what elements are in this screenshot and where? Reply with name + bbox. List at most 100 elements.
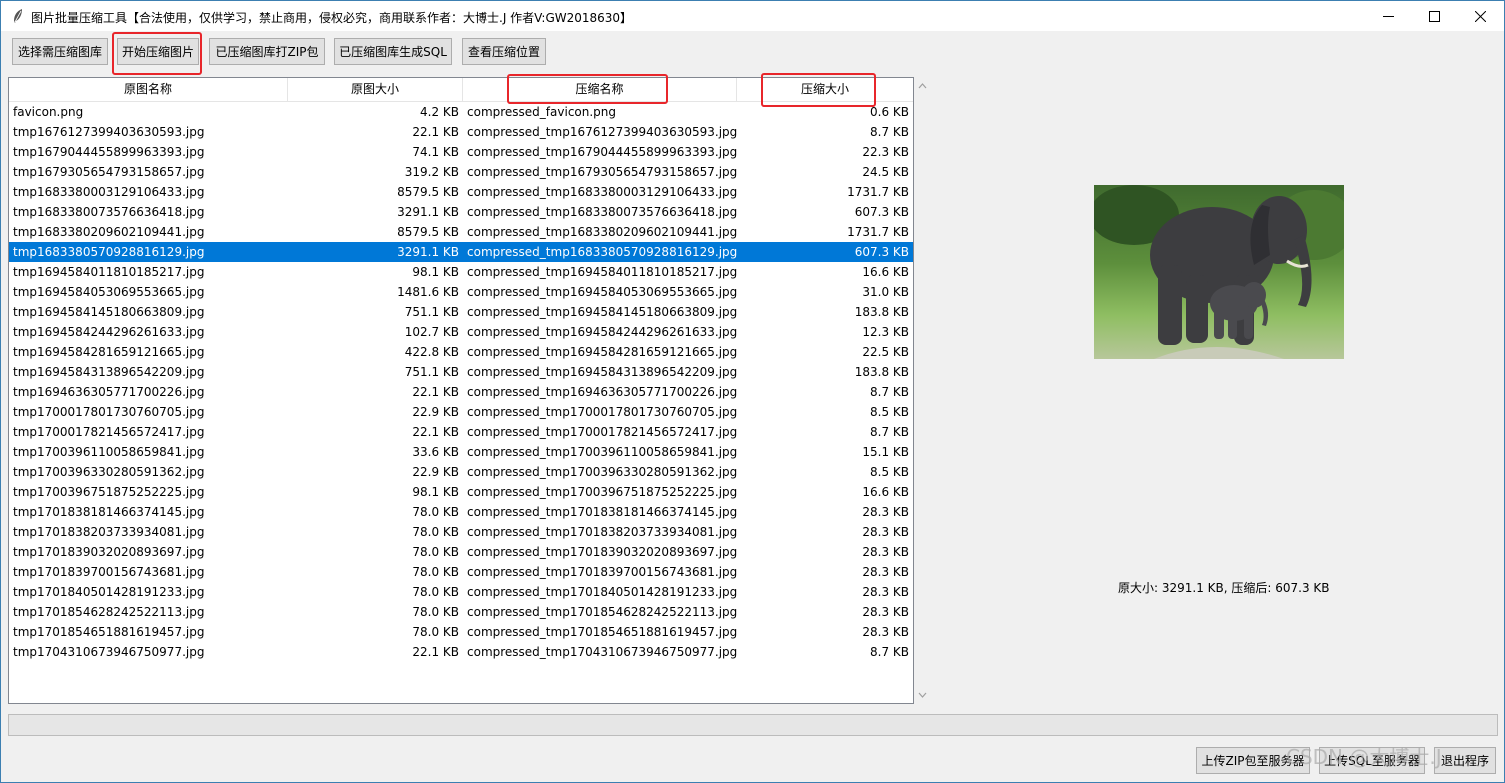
table-row[interactable]: tmp1701854651881619457.jpg 78.0 KB compres… (9, 622, 913, 642)
cell-original-name: tmp1694584053069553665.jpg (13, 285, 205, 299)
close-button[interactable] (1457, 1, 1503, 31)
minimize-icon (1382, 15, 1394, 17)
cell-original-size: 8579.5 KB (397, 225, 459, 239)
highlight-box (507, 74, 668, 104)
cell-original-name: tmp1676127399403630593.jpg (13, 125, 205, 139)
cell-compressed-size: 16.6 KB (862, 485, 909, 499)
table-row[interactable]: tmp1701838203733934081.jpg 78.0 KB compres… (9, 522, 913, 542)
column-header-original-size[interactable]: 原图大小 (288, 78, 463, 101)
cell-compressed-size: 28.3 KB (862, 565, 909, 579)
table-row[interactable]: tmp1700396751875252225.jpg 98.1 KB compres… (9, 482, 913, 502)
cell-compressed-name: compressed_tmp1701840501428191233.jpg (467, 585, 738, 599)
cell-compressed-name: compressed_tmp1694584313896542209.jpg (467, 365, 738, 379)
cell-compressed-name: compressed_tmp1701839032020893697.jpg (467, 545, 738, 559)
table-row[interactable]: tmp1700396110058659841.jpg 33.6 KB compres… (9, 442, 913, 462)
cell-original-size: 22.1 KB (412, 125, 459, 139)
table-row[interactable]: tmp1701839032020893697.jpg 78.0 KB compres… (9, 542, 913, 562)
cell-compressed-name: compressed_tmp1694636305771700226.jpg (467, 385, 738, 399)
cell-compressed-name: compressed_tmp1700017821456572417.jpg (467, 425, 738, 439)
cell-original-size: 78.0 KB (412, 605, 459, 619)
column-header-original-name[interactable]: 原图名称 (9, 78, 288, 101)
cell-compressed-name: compressed_tmp1701839700156743681.jpg (467, 565, 738, 579)
cell-compressed-name: compressed_tmp1701854628242522113.jpg (467, 605, 738, 619)
cell-compressed-size: 24.5 KB (862, 165, 909, 179)
table-row[interactable]: tmp1704310673946750977.jpg 22.1 KB compres… (9, 642, 913, 662)
maximize-icon (1428, 10, 1440, 22)
table-row[interactable]: tmp1676127399403630593.jpg 22.1 KB compres… (9, 122, 913, 142)
cell-original-size: 3291.1 KB (397, 205, 459, 219)
table-row[interactable]: tmp1683380073576636418.jpg 3291.1 KB compr… (9, 202, 913, 222)
table-row[interactable]: tmp1701854628242522113.jpg 78.0 KB compres… (9, 602, 913, 622)
table-row[interactable]: tmp1683380570928816129.jpg 3291.1 KB compr… (9, 242, 913, 262)
cell-compressed-size: 16.6 KB (862, 265, 909, 279)
cell-original-size: 78.0 KB (412, 525, 459, 539)
cell-original-name: tmp1694584281659121665.jpg (13, 345, 205, 359)
cell-compressed-size: 8.5 KB (870, 465, 909, 479)
cell-original-name: tmp1704310673946750977.jpg (13, 645, 205, 659)
size-info-text: 原大小: 3291.1 KB, 压缩后: 607.3 KB (1118, 581, 1330, 595)
file-table[interactable]: 原图名称 原图大小 压缩名称 压缩大小 favicon.png 4.2 KB com… (8, 77, 914, 704)
cell-compressed-size: 183.8 KB (854, 365, 909, 379)
cell-original-size: 3291.1 KB (397, 245, 459, 259)
table-row[interactable]: tmp1679044455899963393.jpg 74.1 KB compres… (9, 142, 913, 162)
cell-compressed-size: 8.7 KB (870, 425, 909, 439)
cell-original-name: tmp1701838203733934081.jpg (13, 525, 205, 539)
cell-original-size: 78.0 KB (412, 505, 459, 519)
cell-original-size: 74.1 KB (412, 145, 459, 159)
cell-compressed-size: 8.7 KB (870, 385, 909, 399)
table-row[interactable]: tmp1694636305771700226.jpg 22.1 KB compres… (9, 382, 913, 402)
table-row[interactable]: tmp1694584313896542209.jpg 751.1 KB compre… (9, 362, 913, 382)
cell-compressed-size: 22.5 KB (862, 345, 909, 359)
scroll-up-icon[interactable] (918, 83, 927, 89)
cell-compressed-name: compressed_tmp1700396330280591362.jpg (467, 465, 738, 479)
table-row[interactable]: tmp1694584244296261633.jpg 102.7 KB compre… (9, 322, 913, 342)
cell-compressed-name: compressed_tmp1694584281659121665.jpg (467, 345, 738, 359)
cell-compressed-size: 1731.7 KB (847, 185, 909, 199)
cell-original-size: 33.6 KB (412, 445, 459, 459)
cell-original-name: tmp1694584244296261633.jpg (13, 325, 205, 339)
preview-image (1094, 185, 1344, 359)
cell-original-size: 22.1 KB (412, 425, 459, 439)
table-row[interactable]: tmp1683380209602109441.jpg 8579.5 KB compr… (9, 222, 913, 242)
cell-compressed-name: compressed_tmp1700017801730760705.jpg (467, 405, 738, 419)
scroll-down-icon[interactable] (918, 692, 927, 698)
cell-original-name: tmp1701839032020893697.jpg (13, 545, 205, 559)
cell-compressed-name: compressed_tmp1676127399403630593.jpg (467, 125, 738, 139)
cell-original-name: favicon.png (13, 105, 84, 119)
cell-compressed-name: compressed_tmp1683380570928816129.jpg (467, 245, 738, 259)
table-row[interactable]: tmp1683380003129106433.jpg 8579.5 KB compr… (9, 182, 913, 202)
cell-compressed-size: 8.5 KB (870, 405, 909, 419)
cell-compressed-name: compressed_tmp1700396751875252225.jpg (467, 485, 738, 499)
table-row[interactable]: tmp1700017821456572417.jpg 22.1 KB compres… (9, 422, 913, 442)
cell-original-name: tmp1701840501428191233.jpg (13, 585, 205, 599)
table-row[interactable]: tmp1701840501428191233.jpg 78.0 KB compres… (9, 582, 913, 602)
cell-compressed-size: 607.3 KB (854, 205, 909, 219)
table-row[interactable]: tmp1694584281659121665.jpg 422.8 KB compre… (9, 342, 913, 362)
cell-compressed-size: 1731.7 KB (847, 225, 909, 239)
table-row[interactable]: tmp1694584145180663809.jpg 751.1 KB compre… (9, 302, 913, 322)
feather-icon (14, 9, 22, 23)
generate-sql-button[interactable]: 已压缩图库生成SQL (334, 38, 452, 65)
select-folder-button[interactable]: 选择需压缩图库 (12, 38, 108, 65)
cell-compressed-size: 28.3 KB (862, 505, 909, 519)
cell-original-size: 22.9 KB (412, 465, 459, 479)
table-row[interactable]: tmp1700017801730760705.jpg 22.9 KB compres… (9, 402, 913, 422)
table-row[interactable]: tmp1700396330280591362.jpg 22.9 KB compres… (9, 462, 913, 482)
exit-button[interactable]: 退出程序 (1434, 747, 1496, 774)
table-row[interactable]: tmp1701839700156743681.jpg 78.0 KB compres… (9, 562, 913, 582)
cell-original-size: 4.2 KB (420, 105, 459, 119)
cell-original-size: 78.0 KB (412, 565, 459, 579)
table-scrollbar[interactable] (914, 77, 931, 704)
cell-compressed-name: compressed_tmp1679305654793158657.jpg (467, 165, 738, 179)
maximize-button[interactable] (1411, 1, 1457, 31)
view-location-button[interactable]: 查看压缩位置 (462, 38, 546, 65)
table-row[interactable]: tmp1694584011810185217.jpg 98.1 KB compres… (9, 262, 913, 282)
minimize-button[interactable] (1365, 1, 1411, 31)
cell-original-size: 751.1 KB (404, 365, 459, 379)
table-row[interactable]: tmp1701838181466374145.jpg 78.0 KB compres… (9, 502, 913, 522)
cell-original-size: 78.0 KB (412, 585, 459, 599)
table-row[interactable]: tmp1679305654793158657.jpg 319.2 KB compre… (9, 162, 913, 182)
table-row[interactable]: tmp1694584053069553665.jpg 1481.6 KB compr… (9, 282, 913, 302)
cell-compressed-size: 22.3 KB (862, 145, 909, 159)
zip-button[interactable]: 已压缩图库打ZIP包 (209, 38, 325, 65)
